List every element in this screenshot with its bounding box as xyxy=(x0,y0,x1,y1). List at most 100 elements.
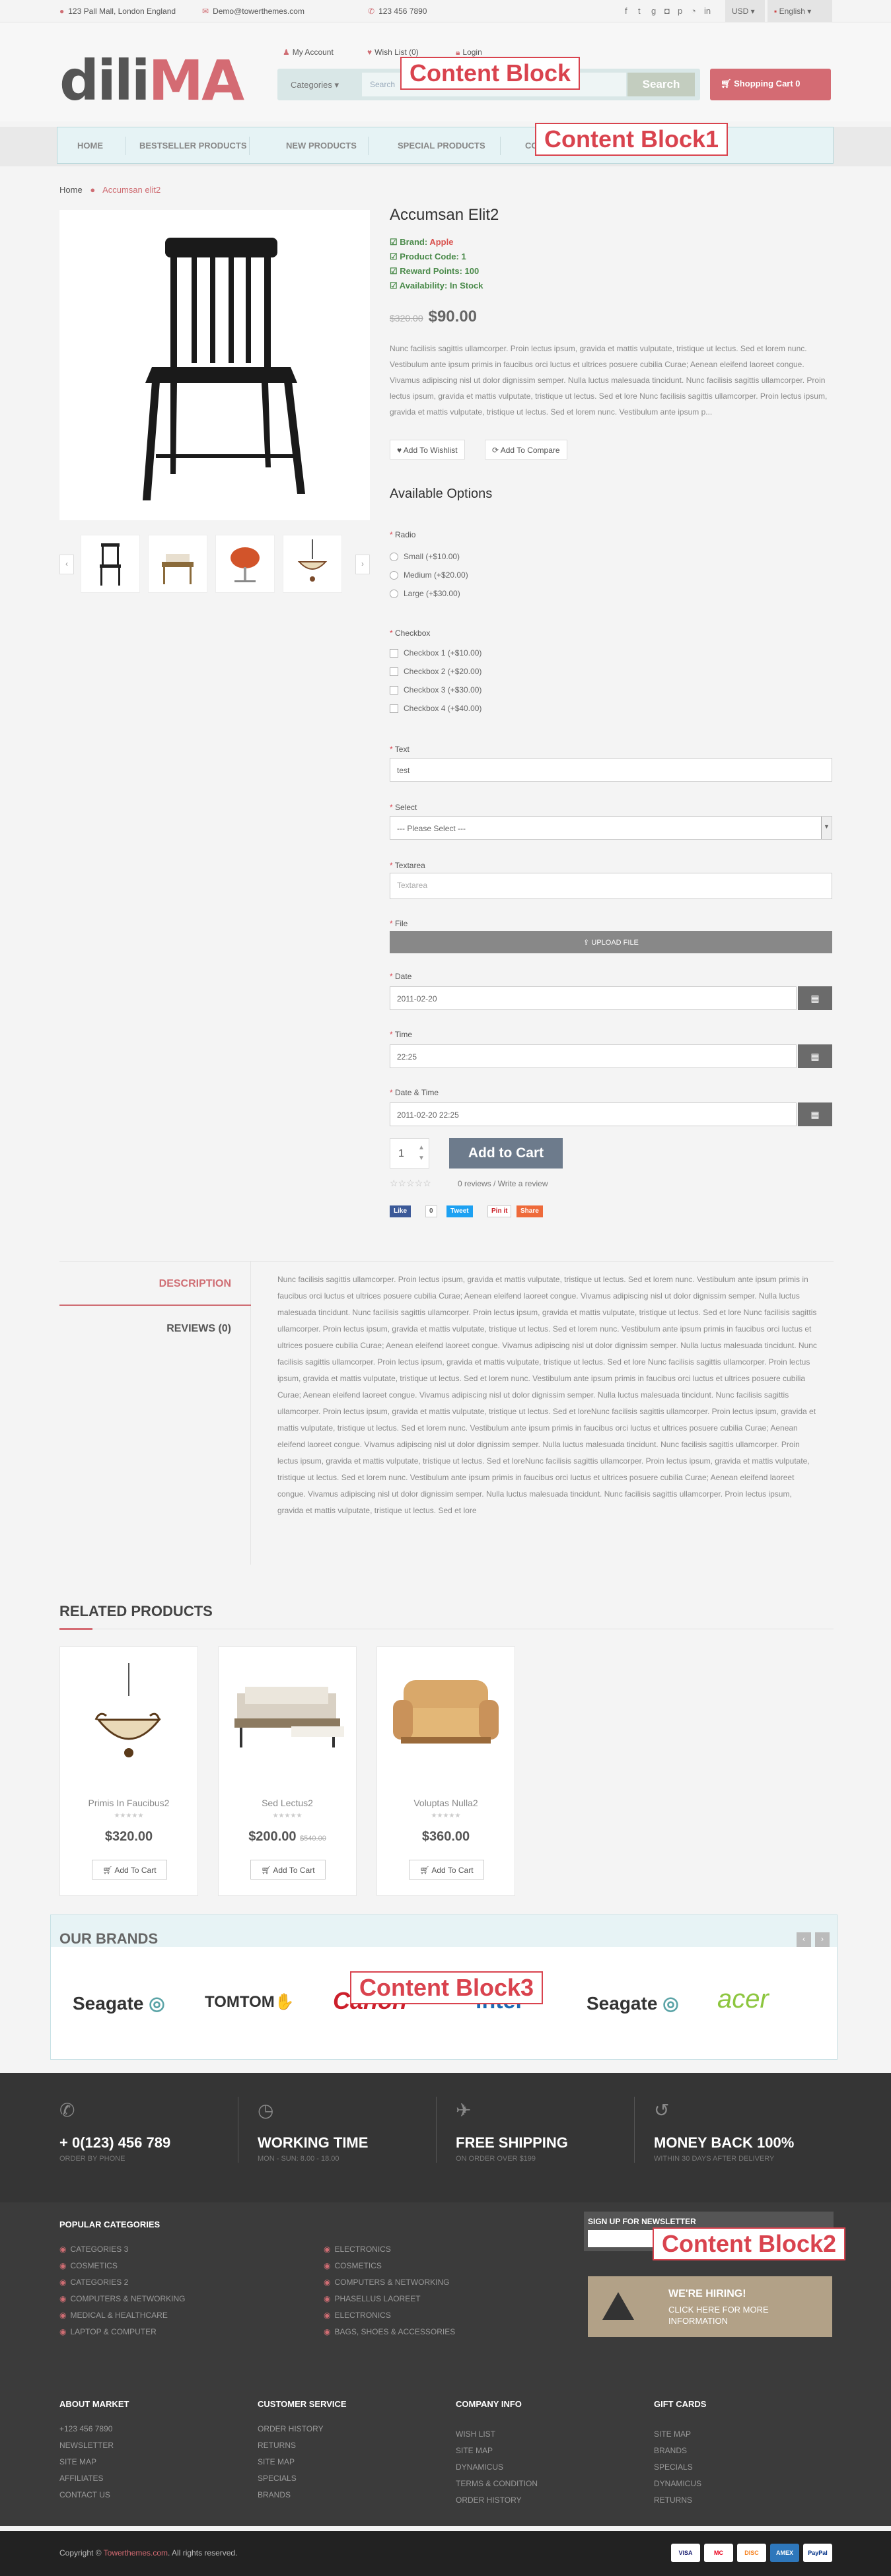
breadcrumb-home[interactable]: Home xyxy=(59,185,83,195)
nav-home[interactable]: HOME xyxy=(77,141,103,151)
thumb-next-arrow[interactable]: › xyxy=(355,555,370,574)
brands-next-arrow[interactable]: › xyxy=(815,1932,830,1947)
footer-link[interactable]: SITE MAP xyxy=(456,2446,493,2455)
brand-logo-tomtom[interactable]: TOMTOM✋ xyxy=(205,1992,295,2012)
product-card[interactable]: Voluptas Nulla2 ★★★★★ $360.00 🛒︎ Add To … xyxy=(376,1646,515,1896)
radio-option-medium[interactable]: Medium (+$20.00) xyxy=(390,570,468,580)
add-to-cart-button[interactable]: Add to Cart xyxy=(449,1138,563,1169)
date-input[interactable]: 2011-02-20 xyxy=(390,986,797,1010)
checkbox-option[interactable]: Checkbox 4 (+$40.00) xyxy=(390,704,481,714)
brand-logo-acer[interactable]: acer xyxy=(717,1984,769,2014)
thumbnail[interactable] xyxy=(215,535,275,593)
footer-link[interactable]: SITE MAP xyxy=(59,2457,96,2466)
add-to-compare-button[interactable]: ⟳ Add To Compare xyxy=(485,440,567,459)
time-input[interactable]: 22:25 xyxy=(390,1044,797,1068)
twitter-icon[interactable]: t xyxy=(638,6,641,16)
footer-link[interactable]: +123 456 7890 xyxy=(59,2424,112,2433)
product-card[interactable]: Primis In Faucibus2 ★★★★★ $320.00 🛒︎ Add… xyxy=(59,1646,198,1896)
footer-link[interactable]: NEWSLETTER xyxy=(59,2441,114,2450)
footer-link[interactable]: DYNAMICUS xyxy=(654,2479,701,2488)
facebook-icon[interactable]: f xyxy=(625,6,627,16)
footer-link[interactable]: ORDER HISTORY xyxy=(456,2495,522,2505)
brand-link[interactable]: Apple xyxy=(429,237,453,247)
footer-link[interactable]: DYNAMICUS xyxy=(456,2462,503,2472)
category-link[interactable]: ◉ COSMETICS xyxy=(324,2261,382,2270)
rss-icon[interactable]: ◔ xyxy=(691,6,696,16)
footer-link[interactable]: SITE MAP xyxy=(258,2457,295,2466)
footer-link[interactable]: BRANDS xyxy=(654,2446,687,2455)
my-account-link[interactable]: ♟ My Account xyxy=(283,48,334,57)
product-card[interactable]: Sed Lectus2 ★★★★★ $200.00 $540.00 🛒︎ Add… xyxy=(218,1646,357,1896)
datetime-input[interactable]: 2011-02-20 22:25 xyxy=(390,1102,797,1126)
share-button[interactable]: Share xyxy=(517,1205,543,1217)
category-link[interactable]: ◉ LAPTOP & COMPUTER xyxy=(59,2327,157,2336)
category-link[interactable]: ◉ ELECTRONICS xyxy=(324,2311,391,2320)
footer-link[interactable]: SPECIALS xyxy=(258,2474,297,2483)
product-main-image[interactable] xyxy=(59,210,370,520)
email[interactable]: ✉ Demo@towerthemes.com xyxy=(202,7,304,16)
product-name[interactable]: Primis In Faucibus2 xyxy=(60,1798,197,1808)
reviews-link[interactable]: 0 reviews / Write a review xyxy=(458,1179,548,1188)
product-image[interactable] xyxy=(377,1647,515,1792)
search-button[interactable]: Search xyxy=(627,73,695,96)
google-plus-icon[interactable]: g xyxy=(651,6,656,16)
product-image[interactable] xyxy=(60,1647,197,1792)
instagram-icon[interactable]: ◘ xyxy=(664,6,670,16)
language-dropdown[interactable]: ▪ English ▾ xyxy=(767,0,832,22)
tweet-button[interactable]: Tweet xyxy=(446,1205,473,1217)
brand-logo-seagate[interactable]: Seagate ◎ xyxy=(587,1992,679,2014)
thumbnail[interactable] xyxy=(148,535,207,593)
calendar-icon[interactable]: ▦ xyxy=(798,1102,832,1126)
add-to-cart-button[interactable]: 🛒︎ Add To Cart xyxy=(409,1860,484,1880)
hiring-banner[interactable]: WE'RE HIRING! CLICK HERE FOR MORE INFORM… xyxy=(588,2276,832,2337)
categories-dropdown[interactable]: Categories ▾ xyxy=(284,74,360,95)
quantity-stepper[interactable]: 1 ▲ ▼ xyxy=(390,1138,429,1169)
nav-special-products[interactable]: SPECIAL PRODUCTS xyxy=(398,141,485,151)
facebook-like-button[interactable]: Like xyxy=(390,1205,411,1217)
footer-link[interactable]: RETURNS xyxy=(654,2495,692,2505)
copyright-link[interactable]: Towerthemes.com xyxy=(104,2548,168,2558)
category-link[interactable]: ◉ COMPUTERS & NETWORKING xyxy=(324,2278,450,2287)
footer-link[interactable]: ORDER HISTORY xyxy=(258,2424,324,2433)
stepper-arrows-icon[interactable]: ▲ ▼ xyxy=(418,1143,425,1164)
radio-option-small[interactable]: Small (+$10.00) xyxy=(390,552,460,562)
textarea-input[interactable]: Textarea xyxy=(390,873,832,899)
shopping-cart-button[interactable]: 🛒︎ Shopping Cart 0 xyxy=(710,69,831,100)
tab-reviews[interactable]: REVIEWS (0) xyxy=(59,1310,251,1349)
checkbox-option[interactable]: Checkbox 2 (+$20.00) xyxy=(390,667,481,677)
footer-link[interactable]: RETURNS xyxy=(258,2441,296,2450)
upload-file-button[interactable]: ⇪ UPLOAD FILE xyxy=(390,931,832,953)
checkbox-option[interactable]: Checkbox 1 (+$10.00) xyxy=(390,648,481,658)
currency-dropdown[interactable]: USD ▾ xyxy=(725,0,765,22)
brand-logo-seagate[interactable]: Seagate ◎ xyxy=(73,1992,165,2014)
pinterest-icon[interactable]: p xyxy=(678,6,682,16)
thumbnail[interactable] xyxy=(283,535,342,593)
wishlist-link[interactable]: ♥ Wish List (0) xyxy=(367,48,419,57)
category-link[interactable]: ◉ COSMETICS xyxy=(59,2261,118,2270)
product-name[interactable]: Voluptas Nulla2 xyxy=(377,1798,515,1808)
category-link[interactable]: ◉ ELECTRONICS xyxy=(324,2245,391,2254)
product-image[interactable] xyxy=(219,1647,356,1792)
product-name[interactable]: Sed Lectus2 xyxy=(219,1798,356,1808)
category-link[interactable]: ◉ COMPUTERS & NETWORKING xyxy=(59,2294,186,2303)
footer-link[interactable]: AFFILIATES xyxy=(59,2474,103,2483)
radio-option-large[interactable]: Large (+$30.00) xyxy=(390,589,460,599)
category-link[interactable]: ◉ BAGS, SHOES & ACCESSORIES xyxy=(324,2327,455,2336)
pinterest-button[interactable]: Pin it xyxy=(487,1205,512,1217)
calendar-icon[interactable]: ▦ xyxy=(798,1044,832,1068)
footer-link[interactable]: TERMS & CONDITION xyxy=(456,2479,538,2488)
category-link[interactable]: ◉ CATEGORIES 2 xyxy=(59,2278,128,2287)
nav-bestseller[interactable]: BESTSELLER PRODUCTS xyxy=(139,141,247,151)
brands-prev-arrow[interactable]: ‹ xyxy=(797,1932,811,1947)
tab-description[interactable]: DESCRIPTION xyxy=(59,1265,251,1306)
logo[interactable]: diliMA xyxy=(59,53,244,108)
category-link[interactable]: ◉ CATEGORIES 3 xyxy=(59,2245,128,2254)
footer-link[interactable]: CONTACT US xyxy=(59,2490,110,2499)
calendar-icon[interactable]: ▦ xyxy=(798,986,832,1010)
select-dropdown[interactable]: --- Please Select --- ▼ xyxy=(390,816,832,840)
add-to-cart-button[interactable]: 🛒︎ Add To Cart xyxy=(250,1860,326,1880)
category-link[interactable]: ◉ MEDICAL & HEALTHCARE xyxy=(59,2311,168,2320)
category-link[interactable]: ◉ PHASELLUS LAOREET xyxy=(324,2294,421,2303)
thumb-prev-arrow[interactable]: ‹ xyxy=(59,555,74,574)
linkedin-icon[interactable]: in xyxy=(704,6,711,16)
